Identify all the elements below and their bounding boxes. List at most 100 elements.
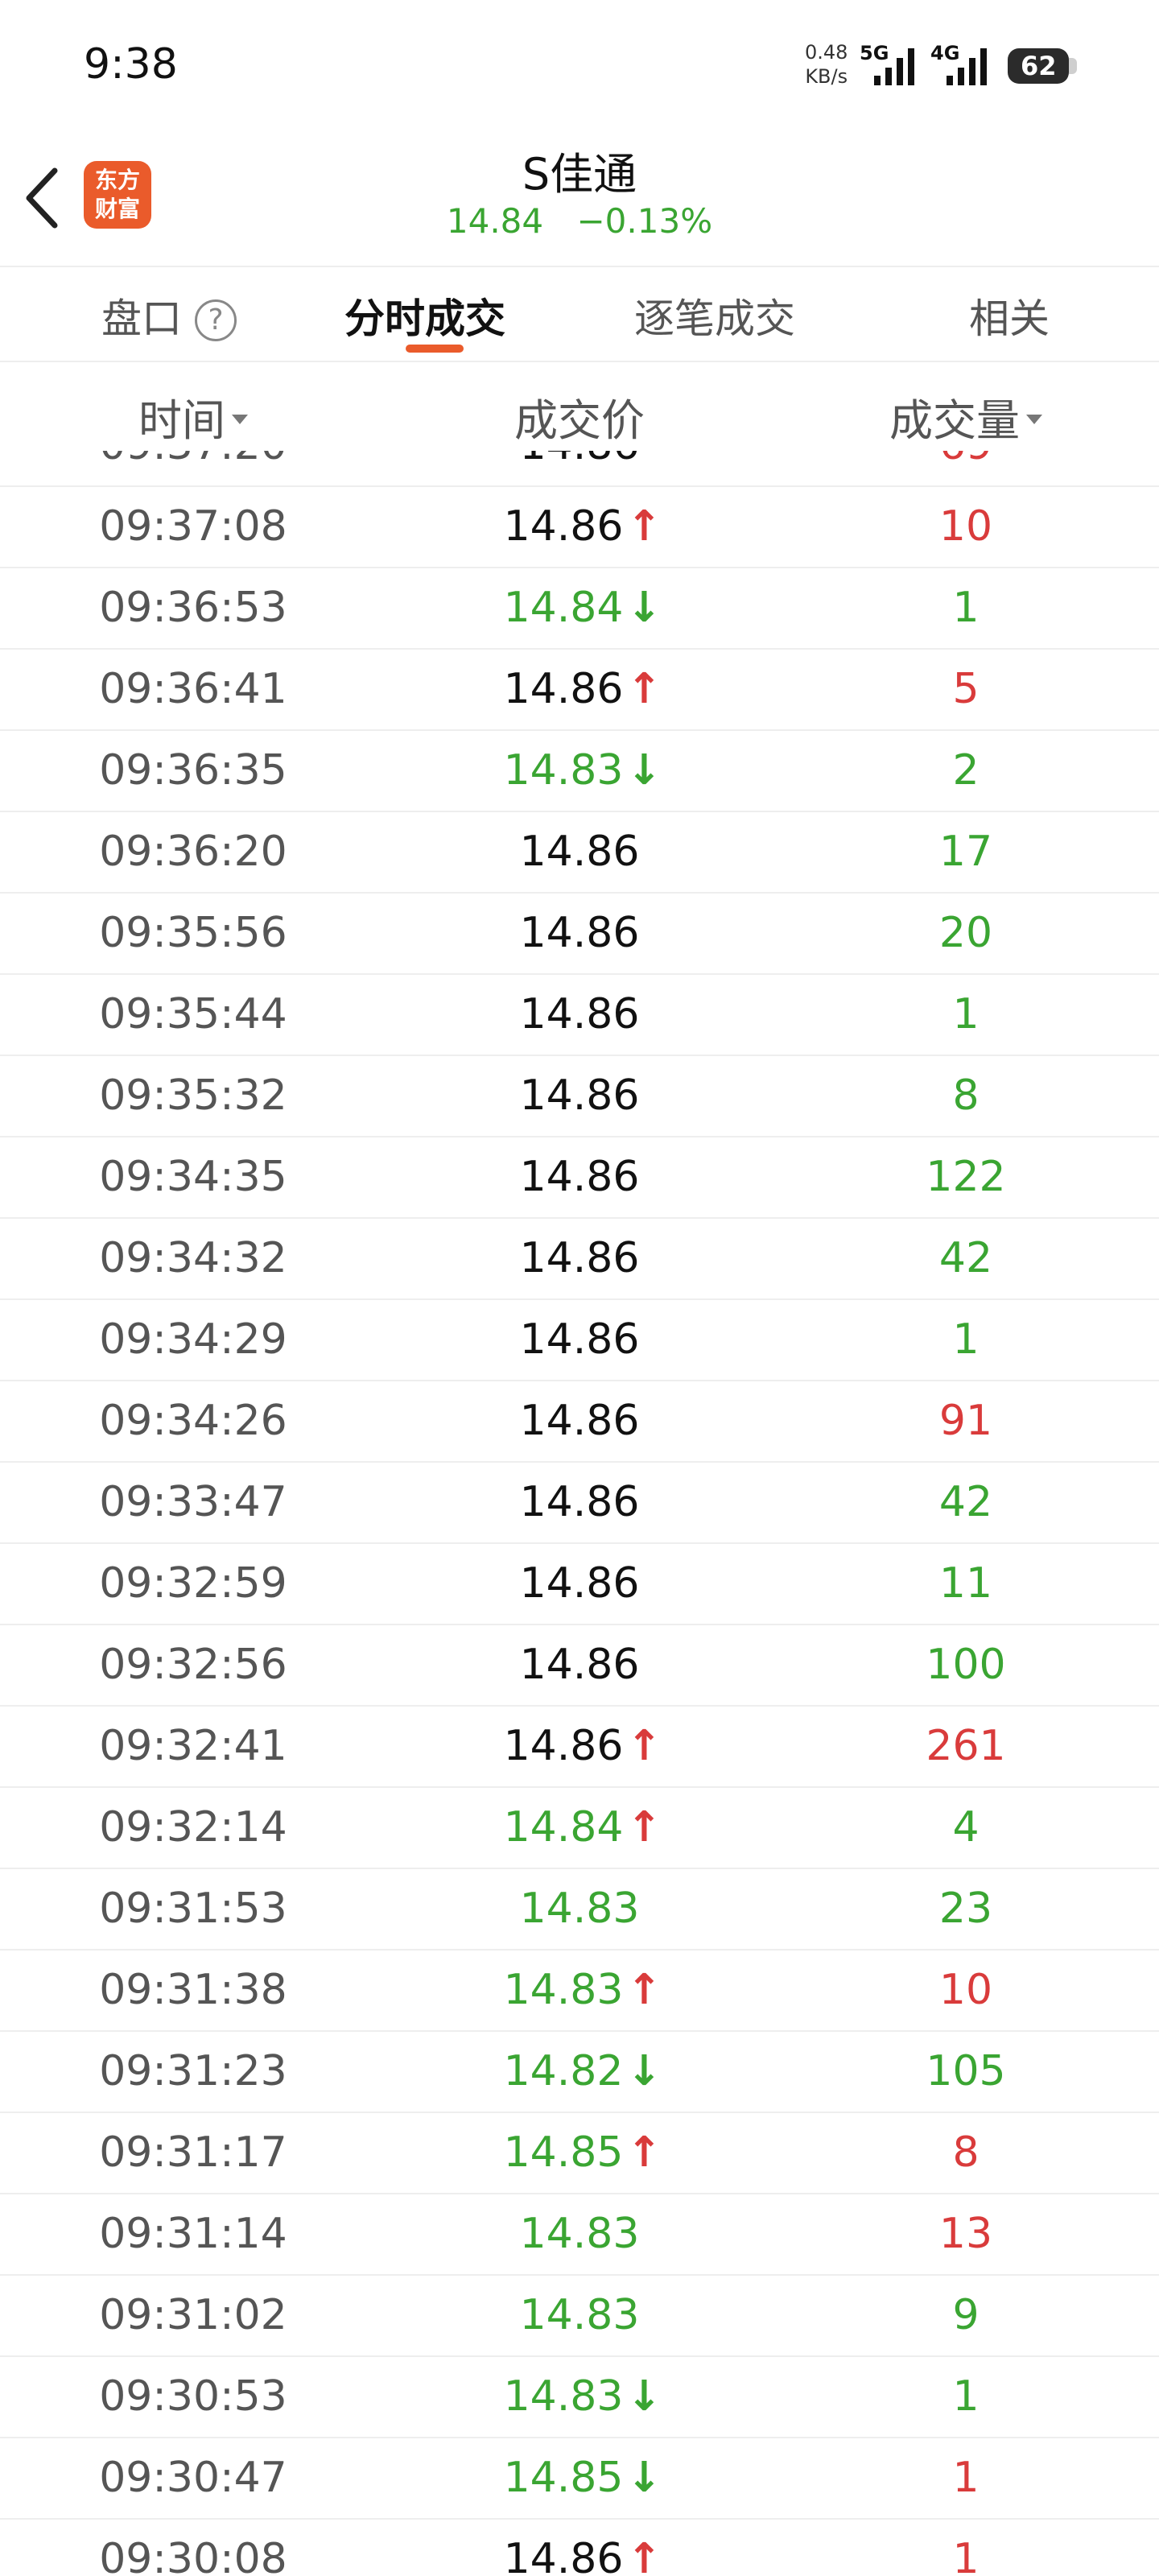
trade-time: 09:32:14 bbox=[99, 1803, 287, 1852]
trade-volume: 5 bbox=[952, 665, 980, 713]
table-row: 09:32:14 14.84↑ 4 bbox=[0, 1788, 1159, 1869]
trade-time: 09:32:56 bbox=[99, 1641, 287, 1689]
table-row: 09:32:59 14.86 11 bbox=[0, 1544, 1159, 1625]
tab-pankou[interactable]: 盘口? bbox=[101, 287, 237, 345]
trade-volume: 20 bbox=[938, 909, 993, 957]
battery-icon: 62 bbox=[1008, 48, 1069, 84]
tab-fenshi-chengjiao[interactable]: 分时成交 bbox=[344, 287, 505, 345]
table-row: 09:34:29 14.86 1 bbox=[0, 1300, 1159, 1381]
column-header-time[interactable]: 时间 bbox=[0, 385, 386, 448]
trade-price-cell: 14.83 bbox=[386, 2194, 773, 2274]
down-arrow-icon: ↓ bbox=[626, 584, 662, 632]
trade-price-cell: 14.86 bbox=[386, 1544, 773, 1624]
trade-list-content: 09:37:2014.866909:37:0814.86↑1009:36:531… bbox=[0, 451, 1159, 2576]
trade-volume: 100 bbox=[926, 1641, 1006, 1689]
trade-price: 14.86 bbox=[503, 502, 624, 551]
trade-price: 14.83 bbox=[503, 2372, 624, 2421]
stock-name: S佳通 bbox=[522, 149, 637, 200]
trade-time: 09:30:53 bbox=[99, 2372, 287, 2421]
trade-volume: 17 bbox=[938, 828, 993, 876]
table-row: 09:31:17 14.85↑ 8 bbox=[0, 2113, 1159, 2194]
up-arrow-icon: ↑ bbox=[626, 1803, 662, 1852]
table-row: 09:31:14 14.83 13 bbox=[0, 2194, 1159, 2276]
trade-price: 14.86 bbox=[503, 1722, 624, 1770]
trade-time: 09:31:17 bbox=[99, 2128, 287, 2177]
trade-volume: 11 bbox=[938, 1559, 993, 1608]
trade-volume: 261 bbox=[926, 1722, 1006, 1770]
tab-bar: 盘口? 分时成交 逐笔成交 相关 bbox=[0, 267, 1159, 362]
trade-list[interactable]: 09:37:2014.866909:37:0814.86↑1009:36:531… bbox=[0, 451, 1159, 2576]
trade-time: 09:37:08 bbox=[99, 502, 287, 551]
trade-volume: 13 bbox=[938, 2210, 993, 2258]
trade-price: 14.84 bbox=[503, 1803, 624, 1852]
down-arrow-icon: ↓ bbox=[626, 2372, 662, 2421]
trade-volume: 42 bbox=[938, 1478, 993, 1526]
tab-xiangguan[interactable]: 相关 bbox=[969, 287, 1050, 345]
trade-volume: 10 bbox=[938, 1966, 993, 2014]
sort-down-icon bbox=[232, 415, 248, 424]
network-speed-value: 0.48 bbox=[805, 41, 848, 64]
trade-price: 14.86 bbox=[519, 1641, 640, 1689]
trade-price: 14.86 bbox=[519, 1234, 640, 1282]
trade-volume: 8 bbox=[952, 1071, 980, 1120]
trade-price-cell: 14.86 bbox=[386, 1625, 773, 1705]
column-header-volume[interactable]: 成交量 bbox=[773, 385, 1159, 448]
trade-time: 09:32:41 bbox=[99, 1722, 287, 1770]
trade-time: 09:36:53 bbox=[99, 584, 287, 632]
trade-price: 14.85 bbox=[503, 2128, 624, 2177]
trade-time: 09:34:26 bbox=[99, 1397, 287, 1445]
trade-price-cell: 14.86 bbox=[386, 1463, 773, 1542]
down-arrow-icon: ↓ bbox=[626, 2047, 662, 2095]
trade-volume: 1 bbox=[952, 2454, 980, 2502]
sort-down-icon bbox=[1026, 415, 1042, 424]
trade-time: 09:34:29 bbox=[99, 1315, 287, 1364]
trade-time: 09:30:08 bbox=[99, 2535, 287, 2576]
table-row: 09:31:02 14.83 9 bbox=[0, 2276, 1159, 2357]
trade-volume: 4 bbox=[952, 1803, 980, 1852]
trade-price-cell: 14.86 bbox=[386, 894, 773, 973]
trade-price: 14.86 bbox=[503, 665, 624, 713]
trade-time: 09:31:38 bbox=[99, 1966, 287, 2014]
table-row: 09:34:26 14.86 91 bbox=[0, 1381, 1159, 1463]
trade-price-cell: 14.86↑ bbox=[386, 1707, 773, 1786]
trade-time: 09:34:32 bbox=[99, 1234, 287, 1282]
trade-price-cell: 14.85↑ bbox=[386, 2113, 773, 2193]
table-row: 09:31:38 14.83↑ 10 bbox=[0, 1951, 1159, 2032]
trade-volume: 10 bbox=[938, 502, 993, 551]
table-header: 时间 成交价 成交量 bbox=[0, 362, 1159, 451]
status-bar: 9:38 0.48 KB/s 5G 4G 62 bbox=[0, 0, 1159, 129]
trade-price-cell: 14.83↓ bbox=[386, 731, 773, 811]
trade-price: 14.86 bbox=[520, 451, 640, 469]
trade-price: 14.83 bbox=[503, 746, 624, 795]
trade-time: 09:35:32 bbox=[99, 1071, 287, 1120]
help-icon[interactable]: ? bbox=[195, 299, 237, 341]
app-header: 东方 财富 S佳通 14.84 −0.13% bbox=[0, 129, 1159, 267]
trade-price-cell: 14.82↓ bbox=[386, 2032, 773, 2112]
trade-volume: 8 bbox=[952, 2128, 980, 2177]
trade-price: 14.82 bbox=[503, 2047, 624, 2095]
column-header-label: 成交量 bbox=[889, 395, 1020, 446]
trade-price: 14.86 bbox=[519, 1315, 640, 1364]
table-row: 09:37:08 14.86↑ 10 bbox=[0, 487, 1159, 568]
trade-time: 09:31:14 bbox=[99, 2210, 287, 2258]
trade-time: 09:36:20 bbox=[99, 828, 287, 876]
up-arrow-icon: ↑ bbox=[626, 2128, 662, 2177]
table-row: 09:35:56 14.86 20 bbox=[0, 894, 1159, 975]
trade-time: 09:34:35 bbox=[99, 1153, 287, 1201]
tab-zhubi-chengjiao[interactable]: 逐笔成交 bbox=[634, 287, 795, 345]
trade-volume: 1 bbox=[952, 584, 980, 632]
trade-price: 14.86 bbox=[519, 1153, 640, 1201]
trade-price: 14.86 bbox=[503, 2535, 624, 2576]
table-row: 09:31:53 14.83 23 bbox=[0, 1869, 1159, 1951]
tab-label: 盘口 bbox=[101, 295, 182, 342]
trade-price-cell: 14.86 bbox=[386, 812, 773, 892]
battery-level: 62 bbox=[1021, 51, 1057, 81]
column-header-price: 成交价 bbox=[514, 395, 645, 446]
network-speed: 0.48 KB/s bbox=[805, 40, 848, 89]
trade-volume: 1 bbox=[952, 2535, 980, 2576]
table-row: 09:33:47 14.86 42 bbox=[0, 1463, 1159, 1544]
stock-change-percent: −0.13% bbox=[576, 201, 713, 241]
table-row: 09:30:47 14.85↓ 1 bbox=[0, 2438, 1159, 2520]
trade-time: 09:36:35 bbox=[99, 746, 287, 795]
trade-time: 09:33:47 bbox=[99, 1478, 287, 1526]
